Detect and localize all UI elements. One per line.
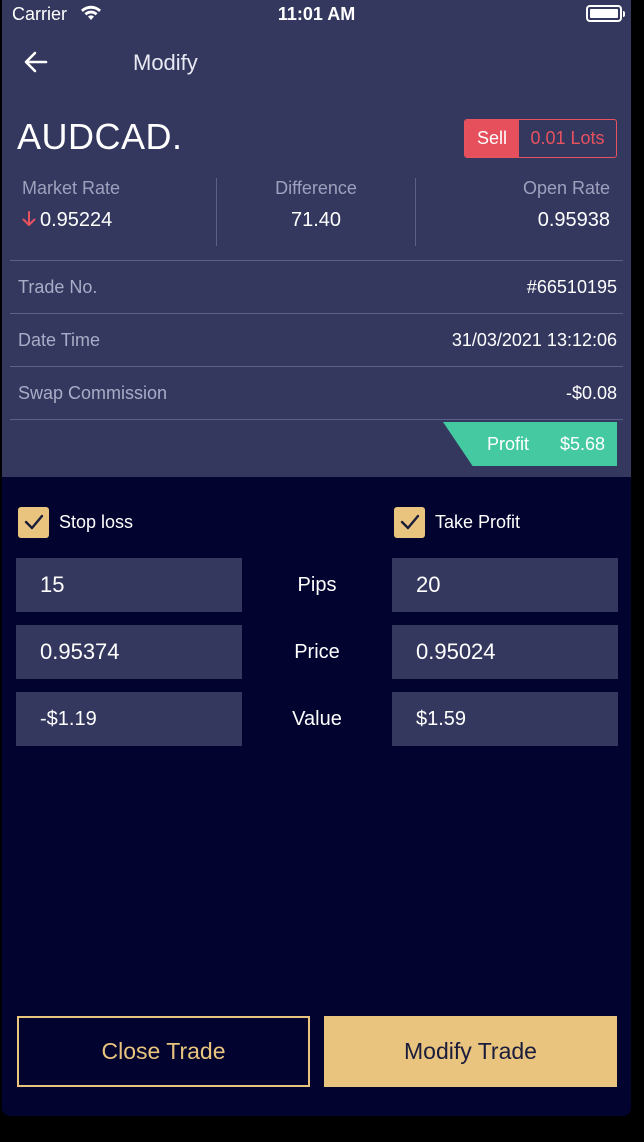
profit-row: Profit $5.68 <box>10 419 623 477</box>
difference-value: 71.40 <box>290 209 342 231</box>
take-profit-label: Take Profit <box>435 511 521 532</box>
lots-badge: 0.01 Lots <box>530 128 605 148</box>
stop-loss-pips-input[interactable]: 15 <box>16 558 242 612</box>
arrow-left-icon[interactable] <box>22 48 50 76</box>
market-rate-value-row: 0.95224 <box>22 209 212 232</box>
swap-commission-row: Swap Commission -$0.08 <box>10 366 623 419</box>
screen: Carrier 11:01 AM Modify AUDCAD. Sell 0.0… <box>2 0 631 1116</box>
market-rate-value: 0.95224 <box>40 209 113 231</box>
date-time-row: Date Time 31/03/2021 13:12:06 <box>10 313 623 366</box>
open-rate: Open Rate 0.95938 <box>420 178 610 246</box>
price-label: Price <box>294 641 340 663</box>
modify-trade-button[interactable]: Modify Trade <box>324 1016 617 1087</box>
status-bar: Carrier 11:01 AM <box>2 0 631 28</box>
battery-icon <box>586 5 625 22</box>
arrow-down-icon <box>22 211 36 226</box>
stop-loss-checkbox[interactable]: Stop loss <box>18 505 133 539</box>
take-profit-checkbox[interactable]: Take Profit <box>394 505 520 539</box>
trade-number-value: #66510195 <box>526 277 617 297</box>
market-rate-label: Market Rate <box>22 178 121 198</box>
trade-number-row: Trade No. #66510195 <box>10 260 623 313</box>
open-rate-value: 0.95938 <box>537 209 610 231</box>
open-rate-label: Open Rate <box>522 178 610 198</box>
take-profit-value: $1.59 <box>392 692 618 746</box>
date-time-value: 31/03/2021 13:12:06 <box>451 330 617 350</box>
clock: 11:01 AM <box>277 4 356 24</box>
trade-number-label: Trade No. <box>18 277 98 297</box>
stop-loss-value: -$1.19 <box>16 692 242 746</box>
date-time-label: Date Time <box>18 330 101 350</box>
difference-label: Difference <box>275 178 357 198</box>
pips-label: Pips <box>297 574 337 596</box>
value-label: Value <box>292 708 342 730</box>
checkmark-icon <box>18 506 49 538</box>
profit-badge: Profit $5.68 <box>443 422 617 466</box>
order-type-badge: Sell 0.01 Lots <box>464 119 617 158</box>
stop-loss-label: Stop loss <box>59 511 134 532</box>
difference: Difference 71.40 <box>216 178 416 246</box>
profit-value: $5.68 <box>559 434 605 454</box>
sell-badge: Sell <box>465 120 519 157</box>
rates-row: Market Rate 0.95224 Difference 71.40 Ope… <box>10 178 623 246</box>
page-title: Modify <box>133 50 198 75</box>
swap-commission-value: -$0.08 <box>565 383 617 403</box>
swap-commission-label: Swap Commission <box>18 383 168 403</box>
close-trade-button[interactable]: Close Trade <box>17 1016 310 1087</box>
trade-summary-panel: Carrier 11:01 AM Modify AUDCAD. Sell 0.0… <box>2 0 631 477</box>
take-profit-pips-input[interactable]: 20 <box>392 558 618 612</box>
profit-label: Profit <box>487 434 530 454</box>
nav-bar: Modify <box>2 40 631 86</box>
stop-loss-price-input[interactable]: 0.95374 <box>16 625 242 679</box>
checkmark-icon <box>394 506 425 538</box>
market-rate: Market Rate 0.95224 <box>22 178 212 246</box>
symbol-title: AUDCAD. <box>17 116 183 157</box>
take-profit-price-input[interactable]: 0.95024 <box>392 625 618 679</box>
